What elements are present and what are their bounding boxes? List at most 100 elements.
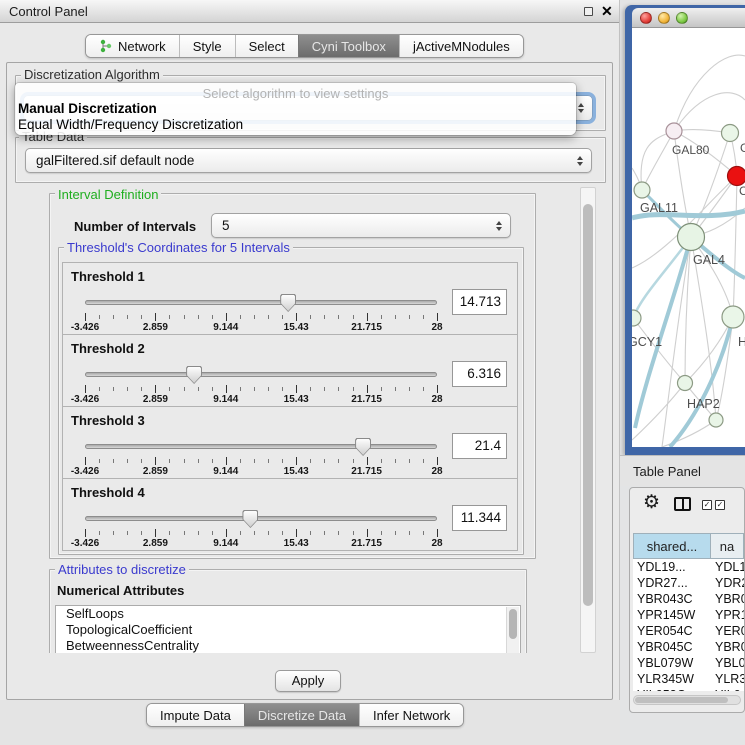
slider-tick (254, 315, 255, 319)
slider-tick (268, 531, 269, 535)
node-gal11[interactable] (634, 182, 650, 198)
attribute-list-item[interactable]: SelfLoops (56, 606, 520, 622)
algorithm-option-equal-width[interactable]: Equal Width/Frequency Discretization (18, 117, 243, 132)
node-table-header: shared... na (633, 533, 744, 559)
screen: Control Panel ✕ Network Style Select Cyn… (0, 0, 745, 745)
network-edge[interactable] (642, 131, 674, 190)
scrollbar-thumb[interactable] (635, 697, 728, 703)
slider-tick (395, 387, 396, 391)
slider-tick (240, 459, 241, 463)
checkbox-icon[interactable]: ✓ (702, 500, 712, 510)
tab-infer-network-label: Infer Network (373, 708, 450, 723)
node-pink[interactable] (666, 123, 682, 139)
slider-tick (282, 315, 283, 319)
column-layout-icon[interactable] (674, 497, 691, 511)
tab-style[interactable]: Style (179, 35, 235, 57)
table-row[interactable]: YDR27...YDR2 (633, 575, 744, 591)
table-row[interactable]: YDL19...YDL1 (633, 559, 744, 575)
slider-tick-label: 2.859 (143, 538, 168, 549)
slider-tick-labels: -3.4262.8599.14415.4321.71528 (85, 322, 437, 334)
thresholds-group-title: Threshold's Coordinates for 5 Intervals (64, 240, 293, 255)
network-edge[interactable] (674, 55, 745, 131)
settings-vertical-scrollbar[interactable] (580, 187, 596, 653)
slider-tick (254, 459, 255, 463)
column-header-name[interactable]: na (711, 533, 744, 559)
network-edge[interactable] (641, 134, 666, 190)
slider-tick-label: 2.859 (143, 322, 168, 333)
tab-infer-network[interactable]: Infer Network (359, 704, 463, 726)
tab-network[interactable]: Network (86, 35, 179, 57)
attributes-group: Attributes to discretize Numerical Attri… (49, 569, 527, 653)
attribute-list-item[interactable]: BetweennessCentrality (56, 638, 520, 653)
tab-cyni-toolbox[interactable]: Cyni Toolbox (298, 35, 399, 57)
gear-icon[interactable]: ⚙ (643, 491, 660, 514)
table-row[interactable]: YPR145WYPR1 (633, 607, 744, 623)
node-h[interactable] (722, 306, 744, 328)
table-horizontal-scrollbar[interactable] (633, 695, 741, 705)
table-row[interactable]: YLR345WYLR3 (633, 671, 744, 687)
slider-tick (85, 529, 86, 537)
slider-thumb[interactable] (280, 294, 296, 312)
slider-zone: -3.4262.8599.14415.4321.71528 (85, 507, 437, 551)
minimize-window-icon[interactable] (658, 12, 670, 24)
node-red[interactable] (728, 167, 745, 186)
slider-track[interactable] (85, 372, 437, 377)
network-view-window[interactable]: GAL80GCGAL11GAL4GCY1HHAP2 (625, 5, 745, 455)
float-window-icon[interactable] (584, 7, 593, 16)
network-node-label: HAP2 (687, 397, 720, 411)
network-canvas[interactable]: GAL80GCGAL11GAL4GCY1HHAP2 (632, 28, 745, 447)
slider-track[interactable] (85, 444, 437, 449)
threshold-value-field[interactable]: 14.713 (452, 289, 507, 315)
node-topright[interactable] (722, 125, 739, 142)
settings-scroll-viewport: Interval Definition Number of Intervals … (46, 187, 579, 653)
checkbox-icon[interactable]: ✓ (715, 500, 725, 510)
algorithm-popup-hint: Select algorithm to view settings (15, 86, 576, 101)
tab-jactivemnodules[interactable]: jActiveMNodules (399, 35, 523, 57)
table-panel-header: Table Panel (620, 455, 745, 486)
threshold-value-field[interactable]: 6.316 (452, 361, 507, 387)
tab-discretize-data[interactable]: Discretize Data (244, 704, 359, 726)
slider-tick (141, 387, 142, 391)
zoom-window-icon[interactable] (676, 12, 688, 24)
threshold-value-field[interactable]: 11.344 (452, 505, 507, 531)
table-row[interactable]: YBR045CYBR0 (633, 639, 744, 655)
attribute-list-item[interactable]: TopologicalCoefficient (56, 622, 520, 638)
numerical-attributes-list[interactable]: SelfLoopsTopologicalCoefficientBetweenne… (55, 605, 521, 653)
close-icon[interactable]: ✕ (601, 3, 613, 20)
slider-thumb[interactable] (186, 366, 202, 384)
algorithm-option-manual[interactable]: Manual Discretization (18, 101, 157, 116)
node-bottom[interactable] (709, 413, 723, 427)
node-gcy1[interactable] (632, 310, 641, 326)
slider-tick (155, 529, 156, 537)
table-row[interactable]: YIL052CYIL0 (633, 687, 744, 691)
table-row[interactable]: YBL079WYBL0 (633, 655, 744, 671)
apply-button[interactable]: Apply (275, 670, 341, 692)
tab-impute-data[interactable]: Impute Data (147, 704, 244, 726)
threshold-label: Threshold 2 (71, 341, 145, 356)
scrollbar-thumb[interactable] (583, 204, 593, 606)
close-window-icon[interactable] (640, 12, 652, 24)
slider-tick (240, 387, 241, 391)
slider-thumb[interactable] (355, 438, 371, 456)
table-row[interactable]: YER054CYER0 (633, 623, 744, 639)
slider-thumb[interactable] (242, 510, 258, 528)
slider-tick (381, 315, 382, 319)
network-window-titlebar[interactable] (632, 8, 745, 28)
attributes-list-scrollbar[interactable] (506, 607, 519, 653)
slider-track[interactable] (85, 516, 437, 521)
node-hap2[interactable] (678, 376, 693, 391)
slider-tick (198, 315, 199, 319)
column-header-shared-name[interactable]: shared... (633, 533, 711, 559)
threshold-value-field[interactable]: 21.4 (452, 433, 507, 459)
num-intervals-combobox[interactable]: 5 (211, 213, 511, 238)
slider-track[interactable] (85, 300, 437, 305)
tab-select[interactable]: Select (235, 35, 298, 57)
slider-tick (395, 459, 396, 463)
table-row[interactable]: YBR043CYBR0 (633, 591, 744, 607)
slider-tick-label: 2.859 (143, 466, 168, 477)
network-edge[interactable] (733, 176, 737, 317)
network-edge[interactable] (635, 237, 691, 428)
network-node-label: G (740, 141, 745, 155)
node-gal4[interactable] (678, 224, 705, 251)
table-data-combobox[interactable]: galFiltered.sif default node (25, 148, 592, 173)
